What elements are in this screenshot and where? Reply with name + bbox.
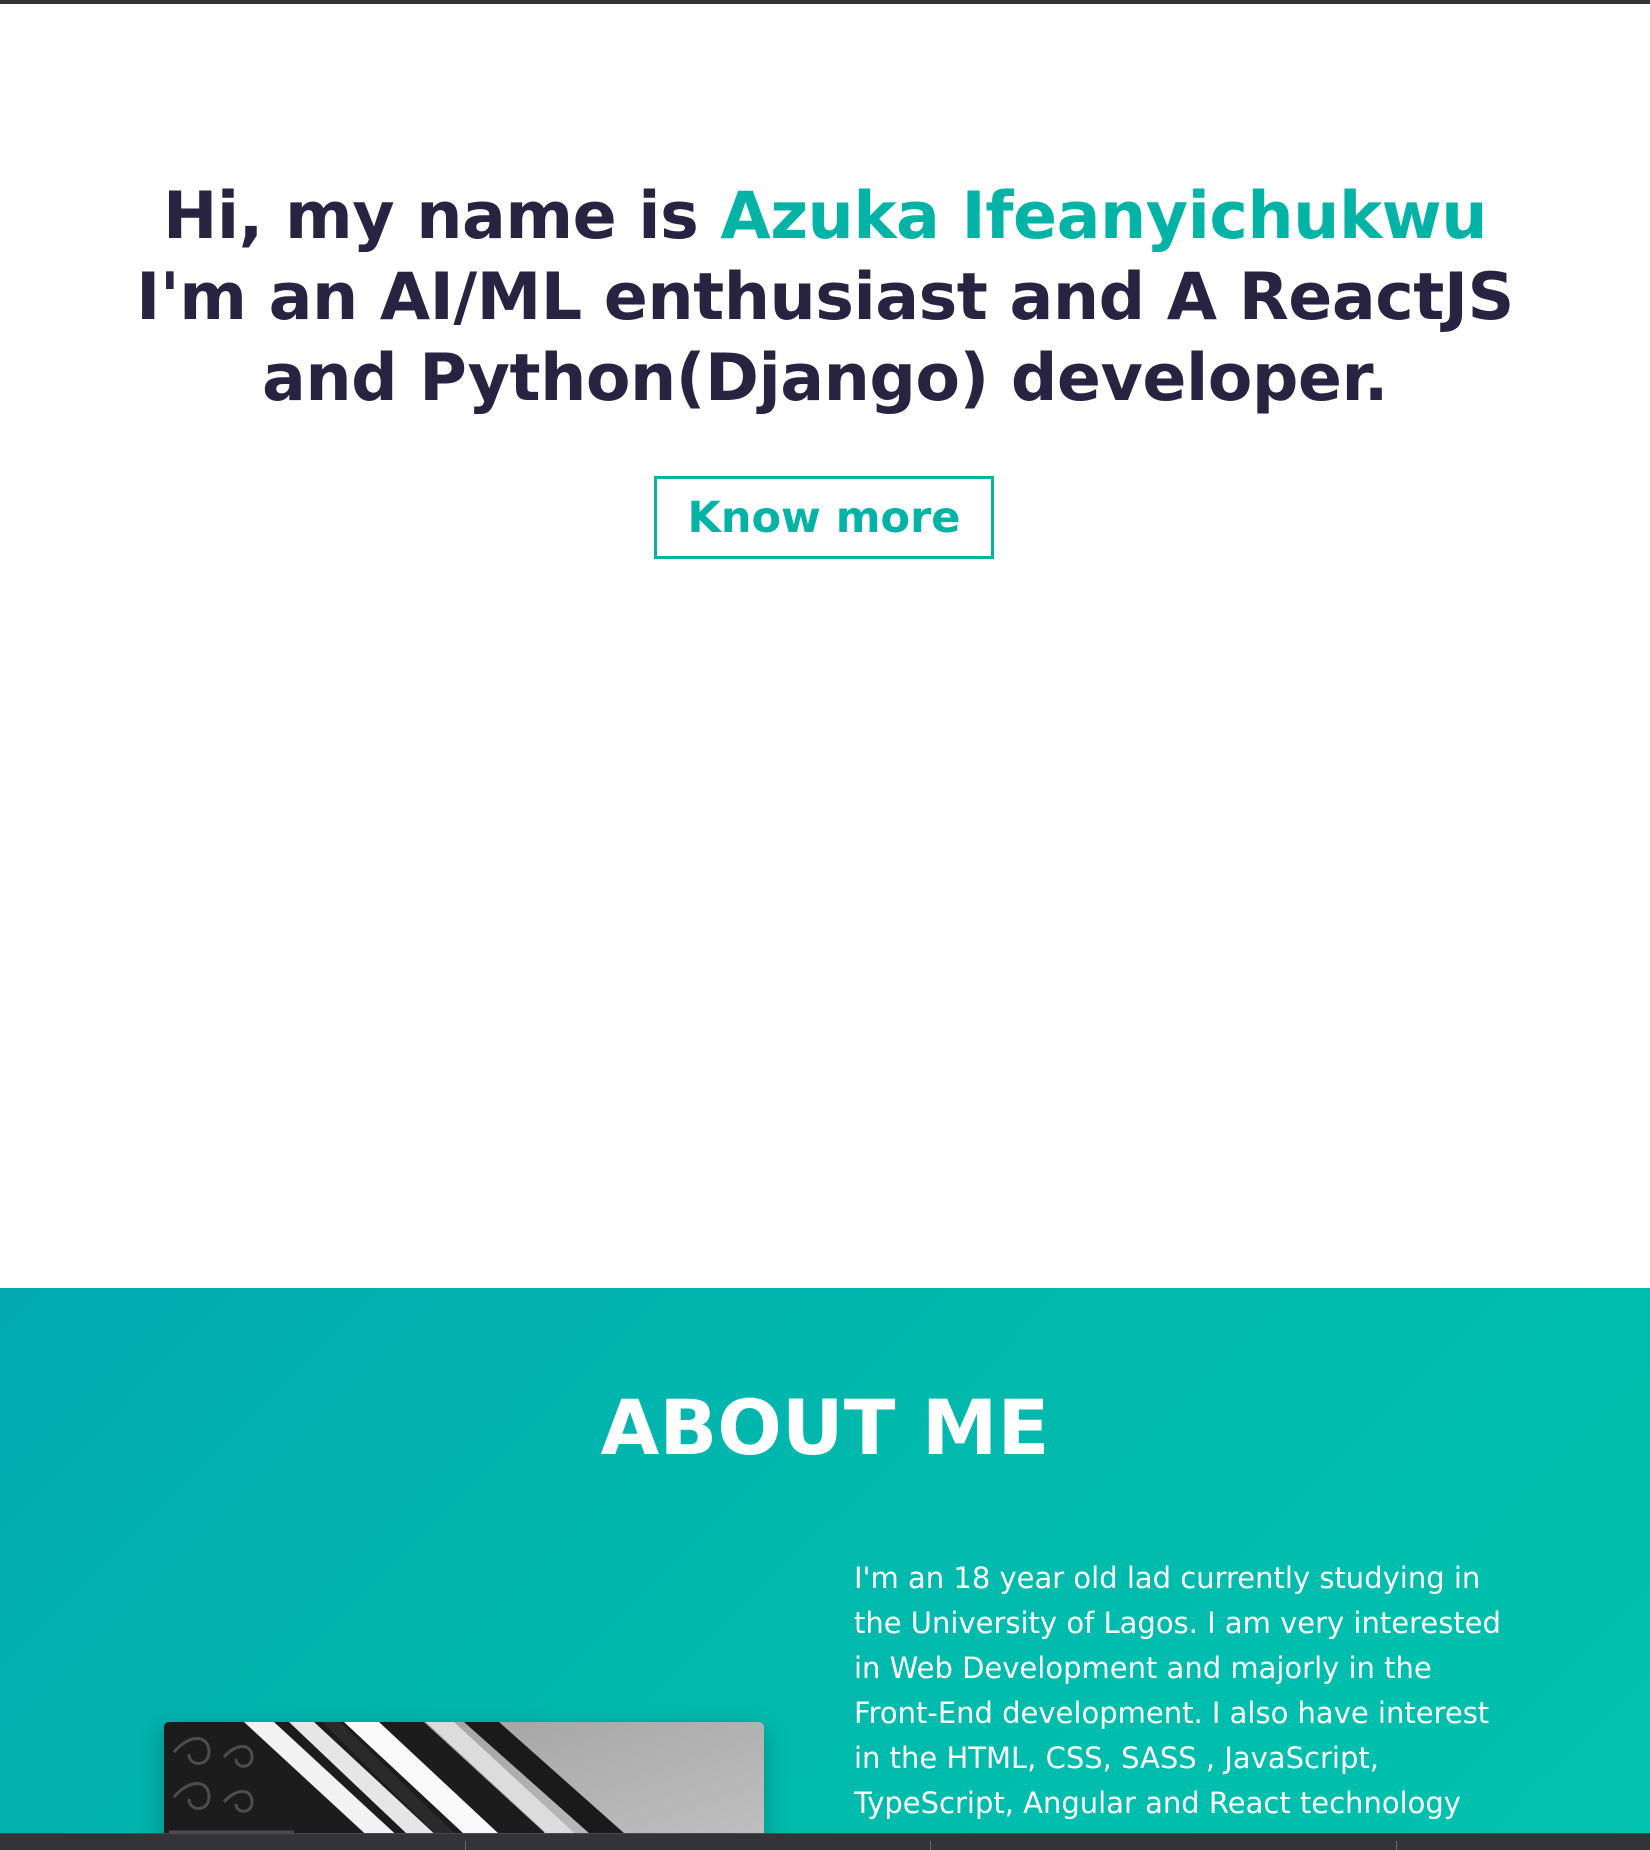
bottom-toolbar [0,1833,1650,1850]
know-more-button[interactable]: Know more [654,476,994,559]
about-bio-line: I'm an 18 year old lad currently studyin… [854,1561,1481,1595]
hero-greeting-line: Hi, my name is Azuka Ifeanyichukwu [0,176,1650,257]
portfolio-page: Hi, my name is Azuka Ifeanyichukwu I'm a… [0,0,1650,1850]
about-bio-line: Front-End development. I also have inter… [854,1696,1490,1730]
profile-photo [164,1722,764,1850]
hero-greeting: Hi, my name is [162,179,721,254]
about-bio-line: in Web Development and majorly in the [854,1651,1432,1685]
about-title: ABOUT ME [600,1383,1050,1472]
about-bio: I'm an 18 year old lad currently studyin… [854,1556,1519,1826]
hero-tagline-line-1: I'm an AI/ML enthusiast and A ReactJS [136,260,1514,335]
about-bio-line: in the HTML, CSS, SASS , JavaScript, [854,1741,1379,1775]
profile-photo-image [164,1722,764,1850]
hero-name: Azuka Ifeanyichukwu [720,179,1488,254]
hero-title: Hi, my name is Azuka Ifeanyichukwu I'm a… [0,176,1650,419]
toolbar-divider [930,1841,931,1850]
toolbar-divider [465,1841,466,1850]
about-bio-line: the University of Lagos. I am very inter… [854,1606,1501,1640]
toolbar-divider [1396,1841,1397,1850]
hero-section: Hi, my name is Azuka Ifeanyichukwu I'm a… [0,4,1650,1288]
about-bio-line: TypeScript, Angular and React technology [854,1786,1461,1820]
about-section: ABOUT ME I'm an 18 year old lad currentl… [0,1288,1650,1850]
hero-tagline-line-2: and Python(Django) developer. [262,341,1388,416]
